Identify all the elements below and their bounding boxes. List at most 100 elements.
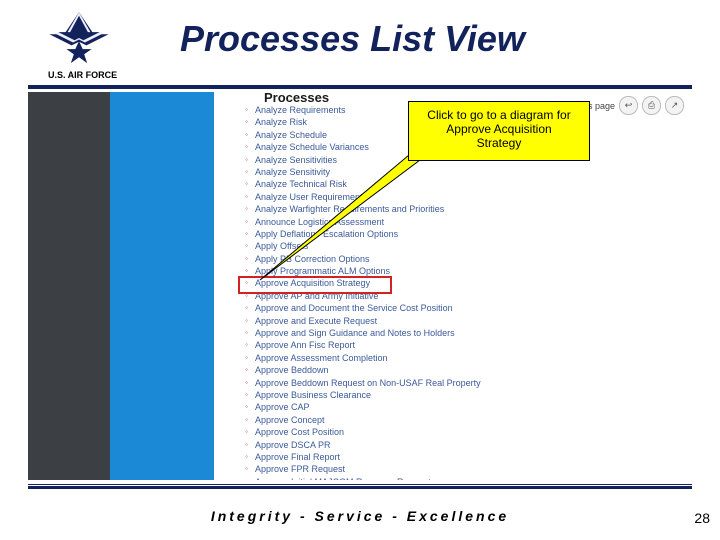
bullet-icon: ◦ [244,178,249,190]
bullet-icon: ◦ [244,377,249,389]
process-list-item-label: Approve Beddown [255,364,329,376]
process-list-item[interactable]: ◦ Approve Assessment Completion [244,352,692,364]
process-list-item-label: Apply Offsets [255,240,308,252]
process-list-item[interactable]: ◦Approve DSCA PR [244,439,692,451]
process-list-item[interactable]: ◦ Approve CAP [244,401,692,413]
process-list-item[interactable]: ◦Approve AP and Army Initiative [244,290,692,302]
process-list-item-label: Approve CAP [255,401,310,413]
bullet-icon: ◦ [244,203,249,215]
bullet-icon: ◦ [244,327,249,339]
bullet-icon: ◦ [244,414,249,426]
process-list-item-label: Analyze Sensitivities [255,154,337,166]
bullet-icon: ◦ [244,364,249,376]
process-list-item[interactable]: ◦ Analyze User Requirements [244,191,692,203]
process-list-item[interactable]: ◦ Announce Logistics Assessment [244,216,692,228]
process-list-item-label: Apply Deflation / Escalation Options [255,228,398,240]
bullet-icon: ◦ [244,451,249,463]
bullet-icon: ◦ [244,277,249,289]
bullet-icon: ◦ [244,141,249,153]
process-list-item-label: Approve Initial MAJCOM Resource Request [255,476,431,480]
callout-line3: Strategy [415,136,583,150]
app-leftbar [28,92,110,480]
process-list-item[interactable]: ◦ Apply Offsets [244,240,692,252]
bullet-icon: ◦ [244,339,249,351]
app-nav-panel [110,92,214,480]
bullet-icon: ◦ [244,253,249,265]
process-list-item-label: Approve Concept [255,414,325,426]
process-list-item-label: Analyze Requirements [255,104,346,116]
process-list-item-label: Analyze User Requirements [255,191,367,203]
process-list-item-label: Approve and Execute Request [255,315,377,327]
process-list-item-label: Approve Beddown Request on Non-USAF Real… [255,377,481,389]
bullet-icon: ◦ [244,191,249,203]
callout-line1: Click to go to a diagram for [415,108,583,122]
process-list-item[interactable]: ◦ Approve Initial MAJCOM Resource Request [244,476,692,480]
process-list-item[interactable]: ◦ Approve and Document the Service Cost P… [244,302,692,314]
process-list-item-label: Analyze Warfighter Requirements and Prio… [255,203,444,215]
process-list-item[interactable]: ◦ Analyze Sensitivity [244,166,692,178]
process-list-item[interactable]: ◦ Approve Ann Fisc Report [244,339,692,351]
process-list-item-label: Approve Assessment Completion [255,352,388,364]
bullet-icon: ◦ [244,265,249,277]
process-list-item[interactable]: ◦ Approve Acquisition Strategy [244,277,692,289]
bullet-icon: ◦ [244,315,249,327]
process-list-item[interactable]: ◦ Approve Business Clearance [244,389,692,401]
process-list-item-label: Approve Acquisition Strategy [255,277,370,289]
slide-title: Processes List View [180,18,525,60]
process-list-item[interactable]: ◦ Approve Concept [244,414,692,426]
process-list-item-label: Approve and Document the Service Cost Po… [255,302,453,314]
process-list-item-label: Apply Programmatic ALM Options [255,265,390,277]
process-list-item[interactable]: ◦ Approve and Execute Request [244,315,692,327]
process-list-item-label: Approve DSCA PR [255,439,331,451]
process-list-item-label: Approve Ann Fisc Report [255,339,355,351]
bullet-icon: ◦ [244,216,249,228]
bullet-icon: ◦ [244,302,249,314]
bullet-icon: ◦ [244,476,249,480]
header-rule [28,85,692,89]
slide: Processes List View U.S. AIR FORCE Proce… [0,0,720,540]
process-list-item[interactable]: ◦ Apply Deflation / Escalation Options [244,228,692,240]
process-list-item-label: Approve Final Report [255,451,340,463]
brand-label: U.S. AIR FORCE [48,70,117,80]
footer-motto: Integrity - Service - Excellence [0,508,720,524]
process-list-item-label: Analyze Sensitivity [255,166,330,178]
process-list-item-label: Analyze Technical Risk [255,178,347,190]
process-list-item[interactable]: ◦ Approve and Sign Guidance and Notes to … [244,327,692,339]
bullet-icon: ◦ [244,166,249,178]
process-list-item-label: Analyze Schedule Variances [255,141,369,153]
process-list-item-label: Approve FPR Request [255,463,345,475]
process-list-item-label: Approve and Sign Guidance and Notes to H… [255,327,455,339]
process-list-item[interactable]: ◦ Approve Beddown [244,364,692,376]
process-list-item[interactable]: ◦ Apply PB Correction Options [244,253,692,265]
bullet-icon: ◦ [244,228,249,240]
bullet-icon: ◦ [244,129,249,141]
bullet-icon: ◦ [244,463,249,475]
page-number: 28 [694,510,710,526]
process-list-item-label: Announce Logistics Assessment [255,216,384,228]
slide-header: Processes List View U.S. AIR FORCE [0,0,720,88]
screenshot: Processes ent of this page ↩ ⎙ ↗ ◦Analyz… [28,92,692,480]
process-list-item[interactable]: ◦ Approve Final Report [244,451,692,463]
bullet-icon: ◦ [244,240,249,252]
process-list-item-label: Approve AP and Army Initiative [255,290,378,302]
process-list-item[interactable]: ◦ Approve FPR Request [244,463,692,475]
callout-line2: Approve Acquisition [415,122,583,136]
process-list-item-label: Analyze Risk [255,116,307,128]
process-list-item-label: Approve Business Clearance [255,389,371,401]
process-list-item[interactable]: ◦ Analyze Warfighter Requirements and Pri… [244,203,692,215]
process-list-item[interactable]: ◦ Approve Beddown Request on Non-USAF Rea… [244,377,692,389]
footer-rule [28,486,692,489]
process-list-item[interactable]: ◦ Apply Programmatic ALM Options [244,265,692,277]
process-list-item-label: Apply PB Correction Options [255,253,370,265]
bullet-icon: ◦ [244,401,249,413]
bullet-icon: ◦ [244,389,249,401]
process-list-item-label: Analyze Schedule [255,129,327,141]
bullet-icon: ◦ [244,116,249,128]
bullet-icon: ◦ [244,104,249,116]
process-list-item[interactable]: ◦ Analyze Technical Risk [244,178,692,190]
process-list-item[interactable]: ◦ Approve Cost Position [244,426,692,438]
bullet-icon: ◦ [244,154,249,166]
bullet-icon: ◦ [244,426,249,438]
process-list-item-label: Approve Cost Position [255,426,344,438]
bullet-icon: ◦ [244,352,249,364]
